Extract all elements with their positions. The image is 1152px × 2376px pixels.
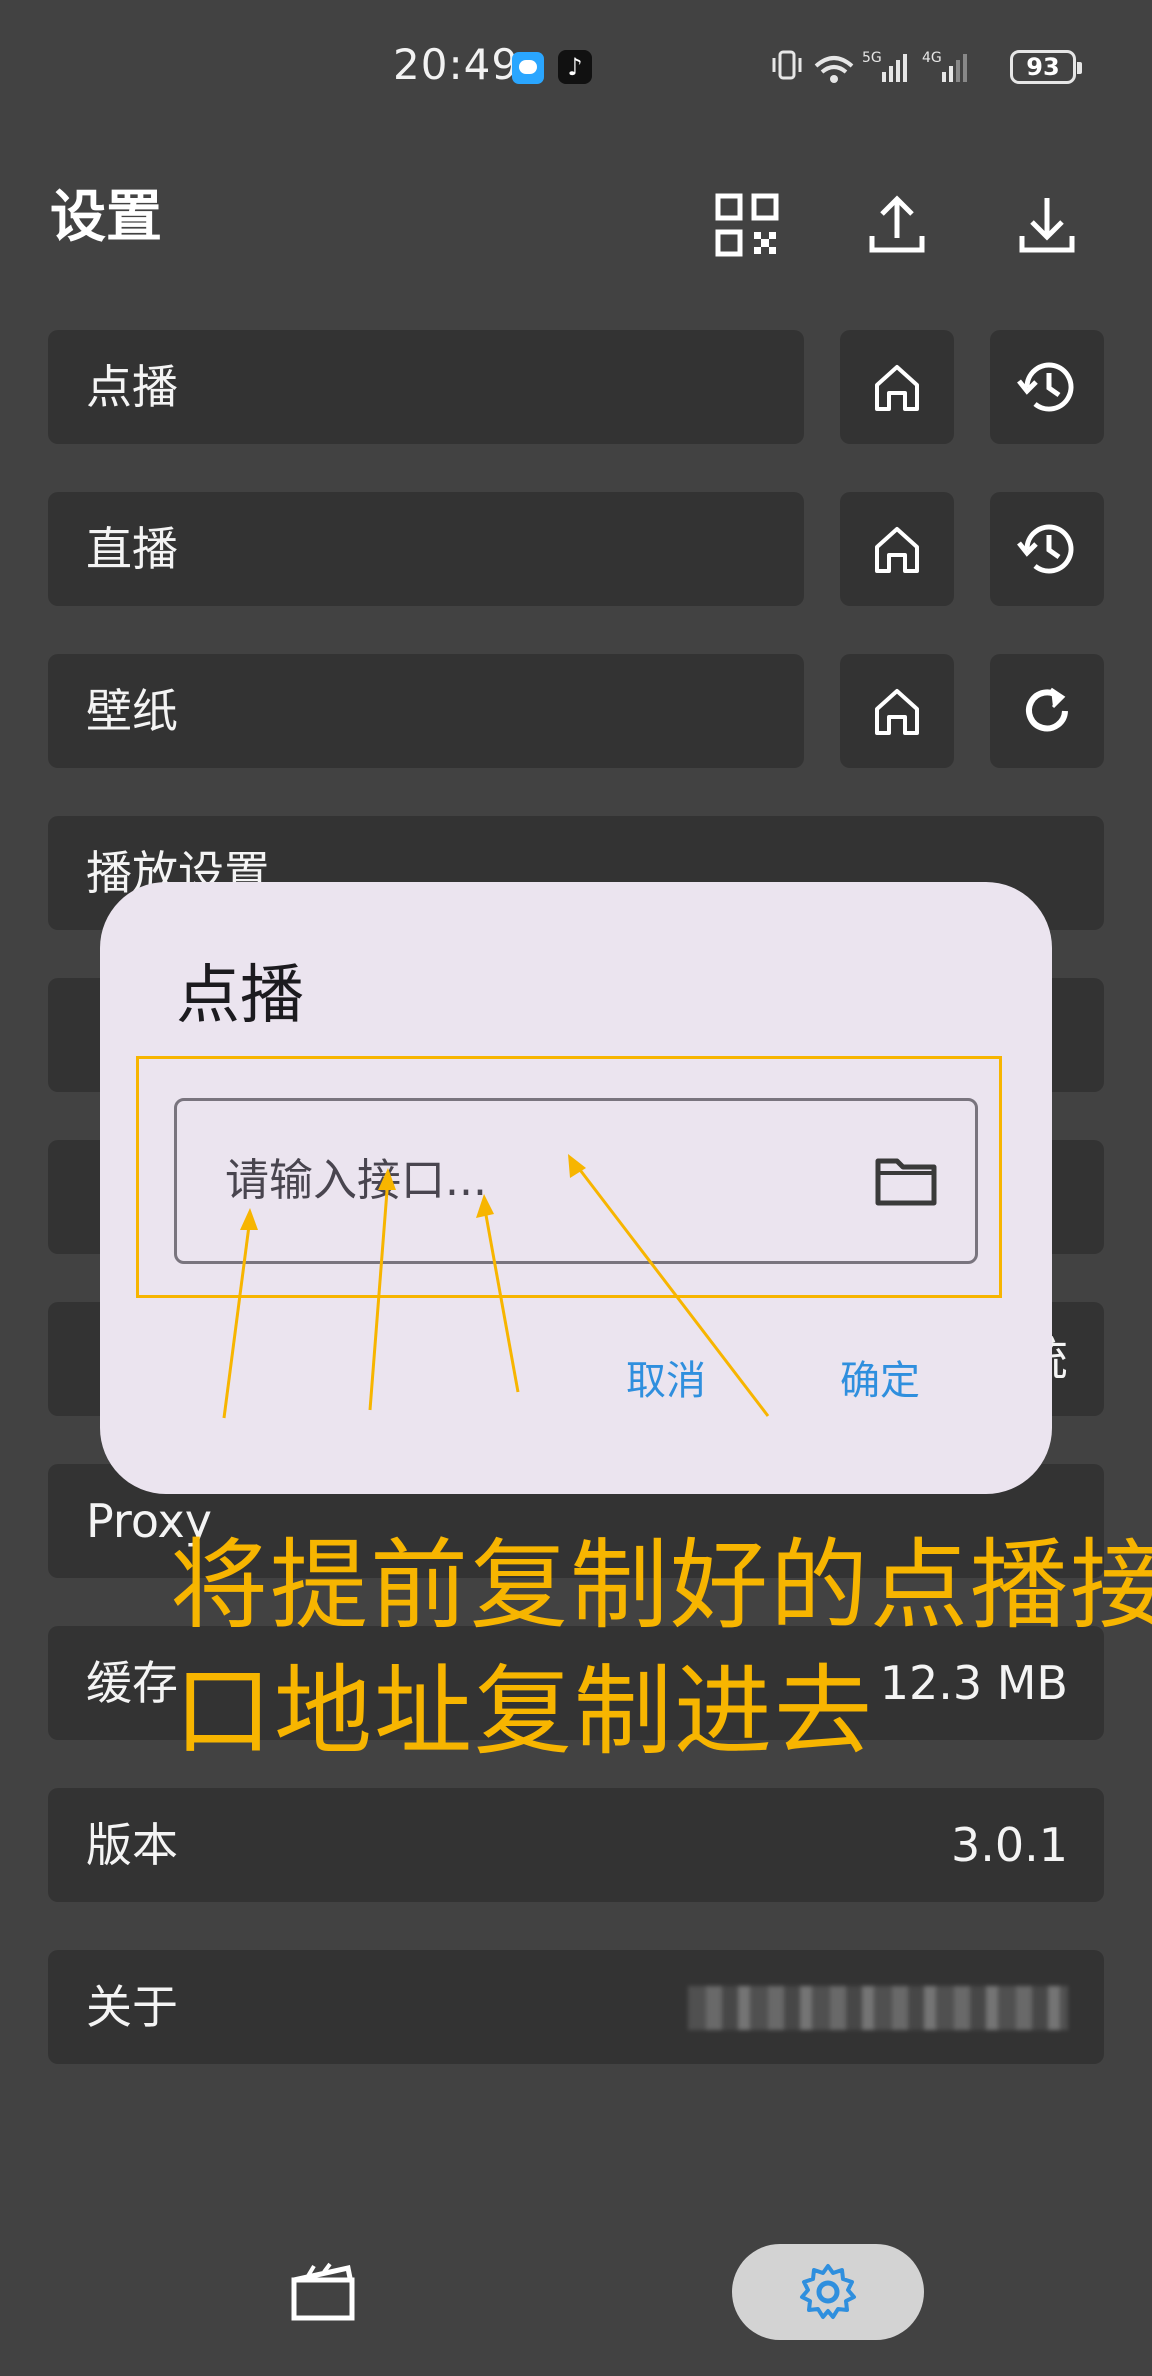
dialog-title: 点播	[176, 959, 304, 1033]
upload-icon[interactable]	[862, 190, 932, 260]
vod-home-button[interactable]	[840, 330, 954, 444]
home-icon	[875, 365, 919, 411]
history-icon	[1017, 524, 1074, 574]
row-vod[interactable]: 点播	[48, 330, 804, 444]
confirm-button[interactable]: 确定	[840, 1348, 920, 1406]
download-icon[interactable]	[1012, 190, 1082, 260]
wallpaper-home-button[interactable]	[840, 654, 954, 768]
tiktok-app-icon: ♪	[558, 50, 592, 84]
battery-indicator: 93	[1010, 50, 1082, 84]
history-icon	[1017, 362, 1074, 412]
row-label: 缓存	[86, 1656, 178, 1710]
version-value: 3.0.1	[950, 1818, 1068, 1872]
settings-tab[interactable]	[732, 2244, 924, 2340]
settings-icon	[800, 2264, 856, 2319]
message-app-icon	[512, 52, 544, 84]
status-time: 20:49	[393, 40, 520, 89]
row-about[interactable]: 关于	[48, 1950, 1104, 2064]
live-history-button[interactable]	[990, 492, 1104, 606]
annotation-line-1: 将提前复制好的点播接	[170, 1529, 1152, 1643]
row-label: 壁纸	[86, 684, 178, 738]
row-live[interactable]: 直播	[48, 492, 804, 606]
live-home-button[interactable]	[840, 492, 954, 606]
annotation-line-2: 口地址复制进去	[174, 1655, 875, 1769]
row-label: 直播	[86, 522, 178, 576]
annotation-highlight-box	[136, 1056, 1002, 1298]
row-label: 点播	[86, 360, 178, 414]
signal-icons: 5G 4G	[772, 50, 967, 83]
row-label: 版本	[86, 1818, 178, 1872]
qr-code-icon[interactable]	[712, 190, 782, 260]
vod-history-button[interactable]	[990, 330, 1104, 444]
cancel-button[interactable]: 取消	[626, 1348, 706, 1406]
svg-text:4G: 4G	[922, 50, 942, 66]
row-wallpaper[interactable]: 壁纸	[48, 654, 804, 768]
row-label: 关于	[86, 1980, 178, 2034]
row-version[interactable]: 版本 3.0.1	[48, 1788, 1104, 1902]
refresh-icon	[1026, 687, 1068, 732]
blurred-value	[688, 1986, 1068, 2030]
page-title: 设置	[50, 185, 162, 250]
home-icon	[875, 527, 919, 573]
status-bar: 20:49 ♪ 5G 4G 93	[0, 0, 1152, 130]
wallpaper-refresh-button[interactable]	[990, 654, 1104, 768]
home-icon	[875, 689, 919, 735]
svg-text:5G: 5G	[862, 50, 882, 66]
film-icon[interactable]	[290, 2262, 356, 2322]
